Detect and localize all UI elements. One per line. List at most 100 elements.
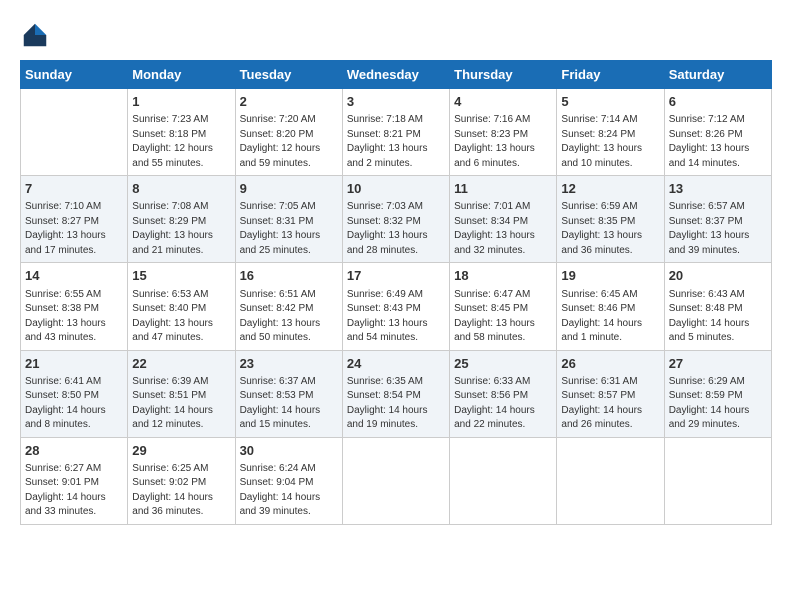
day-number: 25 (454, 355, 552, 373)
day-info: Sunrise: 6:43 AMSunset: 8:48 PMDaylight:… (669, 288, 767, 346)
weekday-header-monday: Monday (128, 61, 235, 89)
day-info: Sunrise: 6:47 AMSunset: 8:45 PMDaylight:… (454, 288, 552, 346)
day-info: Sunrise: 6:59 AMSunset: 8:35 PMDaylight:… (561, 200, 659, 258)
calendar-table: SundayMondayTuesdayWednesdayThursdayFrid… (20, 60, 772, 525)
calendar-cell: 4 Sunrise: 7:16 AMSunset: 8:23 PMDaylight… (450, 89, 557, 176)
day-info: Sunrise: 7:03 AMSunset: 8:32 PMDaylight:… (347, 200, 445, 258)
calendar-cell: 22 Sunrise: 6:39 AMSunset: 8:51 PMDayligh… (128, 350, 235, 437)
calendar-cell: 2 Sunrise: 7:20 AMSunset: 8:20 PMDaylight… (235, 89, 342, 176)
day-number: 23 (240, 355, 338, 373)
day-number: 29 (132, 442, 230, 460)
day-info: Sunrise: 7:08 AMSunset: 8:29 PMDaylight:… (132, 200, 230, 258)
day-info: Sunrise: 6:31 AMSunset: 8:57 PMDaylight:… (561, 375, 659, 433)
day-number: 10 (347, 180, 445, 198)
day-info: Sunrise: 6:41 AMSunset: 8:50 PMDaylight:… (25, 375, 123, 433)
day-info: Sunrise: 7:23 AMSunset: 8:18 PMDaylight:… (132, 113, 230, 171)
day-number: 18 (454, 267, 552, 285)
day-number: 22 (132, 355, 230, 373)
calendar-cell: 3Sunrise: 7:18 AMSunset: 8:21 PMDaylight… (342, 89, 449, 176)
day-info: Sunrise: 7:12 AMSunset: 8:26 PMDaylight:… (669, 113, 767, 171)
day-info: Sunrise: 6:45 AMSunset: 8:46 PMDaylight:… (561, 288, 659, 346)
calendar-cell: 23 Sunrise: 6:37 AMSunset: 8:53 PMDayligh… (235, 350, 342, 437)
weekday-header-tuesday: Tuesday (235, 61, 342, 89)
calendar-cell: 25 Sunrise: 6:33 AMSunset: 8:56 PMDayligh… (450, 350, 557, 437)
calendar-cell: 27 Sunrise: 6:29 AMSunset: 8:59 PMDayligh… (664, 350, 771, 437)
day-info: Sunrise: 6:33 AMSunset: 8:56 PMDaylight:… (454, 375, 552, 433)
calendar-cell: 18 Sunrise: 6:47 AMSunset: 8:45 PMDayligh… (450, 263, 557, 350)
calendar-cell: 20 Sunrise: 6:43 AMSunset: 8:48 PMDayligh… (664, 263, 771, 350)
calendar-cell (342, 437, 449, 524)
week-row-4: 21Sunrise: 6:41 AMSunset: 8:50 PMDayligh… (21, 350, 772, 437)
day-number: 16 (240, 267, 338, 285)
day-number: 7 (25, 180, 123, 198)
calendar-cell: 29 Sunrise: 6:25 AMSunset: 9:02 PMDayligh… (128, 437, 235, 524)
day-number: 27 (669, 355, 767, 373)
day-number: 12 (561, 180, 659, 198)
day-info: Sunrise: 6:51 AMSunset: 8:42 PMDaylight:… (240, 288, 338, 346)
day-number: 26 (561, 355, 659, 373)
day-number: 30 (240, 442, 338, 460)
calendar-cell (450, 437, 557, 524)
calendar-cell: 26 Sunrise: 6:31 AMSunset: 8:57 PMDayligh… (557, 350, 664, 437)
calendar-cell: 24 Sunrise: 6:35 AMSunset: 8:54 PMDayligh… (342, 350, 449, 437)
day-info: Sunrise: 6:24 AMSunset: 9:04 PMDaylight:… (240, 462, 338, 520)
calendar-cell: 7 Sunrise: 7:10 AMSunset: 8:27 PMDaylight… (21, 176, 128, 263)
day-info: Sunrise: 7:10 AMSunset: 8:27 PMDaylight:… (25, 200, 123, 258)
day-info: Sunrise: 6:29 AMSunset: 8:59 PMDaylight:… (669, 375, 767, 433)
day-info: Sunrise: 6:39 AMSunset: 8:51 PMDaylight:… (132, 375, 230, 433)
calendar-cell (557, 437, 664, 524)
week-row-2: 7 Sunrise: 7:10 AMSunset: 8:27 PMDaylight… (21, 176, 772, 263)
day-info: Sunrise: 6:35 AMSunset: 8:54 PMDaylight:… (347, 375, 445, 433)
weekday-header-sunday: Sunday (21, 61, 128, 89)
calendar-cell: 28Sunrise: 6:27 AMSunset: 9:01 PMDayligh… (21, 437, 128, 524)
day-number: 24 (347, 355, 445, 373)
calendar-cell: 10 Sunrise: 7:03 AMSunset: 8:32 PMDayligh… (342, 176, 449, 263)
day-info: Sunrise: 6:57 AMSunset: 8:37 PMDaylight:… (669, 200, 767, 258)
calendar-cell: 17Sunrise: 6:49 AMSunset: 8:43 PMDayligh… (342, 263, 449, 350)
week-row-1: 1 Sunrise: 7:23 AMSunset: 8:18 PMDaylight… (21, 89, 772, 176)
day-number: 6 (669, 93, 767, 111)
day-info: Sunrise: 7:16 AMSunset: 8:23 PMDaylight:… (454, 113, 552, 171)
day-number: 11 (454, 180, 552, 198)
weekday-header-friday: Friday (557, 61, 664, 89)
day-number: 1 (132, 93, 230, 111)
weekday-header-wednesday: Wednesday (342, 61, 449, 89)
calendar-cell: 9Sunrise: 7:05 AMSunset: 8:31 PMDaylight… (235, 176, 342, 263)
week-row-3: 14Sunrise: 6:55 AMSunset: 8:38 PMDayligh… (21, 263, 772, 350)
calendar-cell: 14Sunrise: 6:55 AMSunset: 8:38 PMDayligh… (21, 263, 128, 350)
logo-icon (20, 20, 50, 50)
calendar-cell: 15 Sunrise: 6:53 AMSunset: 8:40 PMDayligh… (128, 263, 235, 350)
calendar-cell: 19Sunrise: 6:45 AMSunset: 8:46 PMDayligh… (557, 263, 664, 350)
day-info: Sunrise: 7:01 AMSunset: 8:34 PMDaylight:… (454, 200, 552, 258)
day-number: 3 (347, 93, 445, 111)
day-number: 13 (669, 180, 767, 198)
day-number: 15 (132, 267, 230, 285)
weekday-header-thursday: Thursday (450, 61, 557, 89)
calendar-cell: 12 Sunrise: 6:59 AMSunset: 8:35 PMDayligh… (557, 176, 664, 263)
calendar-cell (21, 89, 128, 176)
calendar-cell: 6 Sunrise: 7:12 AMSunset: 8:26 PMDaylight… (664, 89, 771, 176)
day-info: Sunrise: 6:25 AMSunset: 9:02 PMDaylight:… (132, 462, 230, 520)
day-info: Sunrise: 6:37 AMSunset: 8:53 PMDaylight:… (240, 375, 338, 433)
calendar-cell (664, 437, 771, 524)
logo (20, 20, 54, 50)
day-info: Sunrise: 7:14 AMSunset: 8:24 PMDaylight:… (561, 113, 659, 171)
weekday-header-saturday: Saturday (664, 61, 771, 89)
day-info: Sunrise: 6:53 AMSunset: 8:40 PMDaylight:… (132, 288, 230, 346)
day-number: 20 (669, 267, 767, 285)
day-number: 4 (454, 93, 552, 111)
day-number: 2 (240, 93, 338, 111)
calendar-cell: 8 Sunrise: 7:08 AMSunset: 8:29 PMDaylight… (128, 176, 235, 263)
calendar-cell: 21Sunrise: 6:41 AMSunset: 8:50 PMDayligh… (21, 350, 128, 437)
week-row-5: 28Sunrise: 6:27 AMSunset: 9:01 PMDayligh… (21, 437, 772, 524)
calendar-body: 1 Sunrise: 7:23 AMSunset: 8:18 PMDaylight… (21, 89, 772, 525)
day-info: Sunrise: 7:20 AMSunset: 8:20 PMDaylight:… (240, 113, 338, 171)
day-number: 8 (132, 180, 230, 198)
day-number: 9 (240, 180, 338, 198)
header-row: SundayMondayTuesdayWednesdayThursdayFrid… (21, 61, 772, 89)
day-info: Sunrise: 6:49 AMSunset: 8:43 PMDaylight:… (347, 288, 445, 346)
calendar-header: SundayMondayTuesdayWednesdayThursdayFrid… (21, 61, 772, 89)
calendar-cell: 11 Sunrise: 7:01 AMSunset: 8:34 PMDayligh… (450, 176, 557, 263)
page-header (20, 20, 772, 50)
day-info: Sunrise: 6:27 AMSunset: 9:01 PMDaylight:… (25, 462, 123, 520)
